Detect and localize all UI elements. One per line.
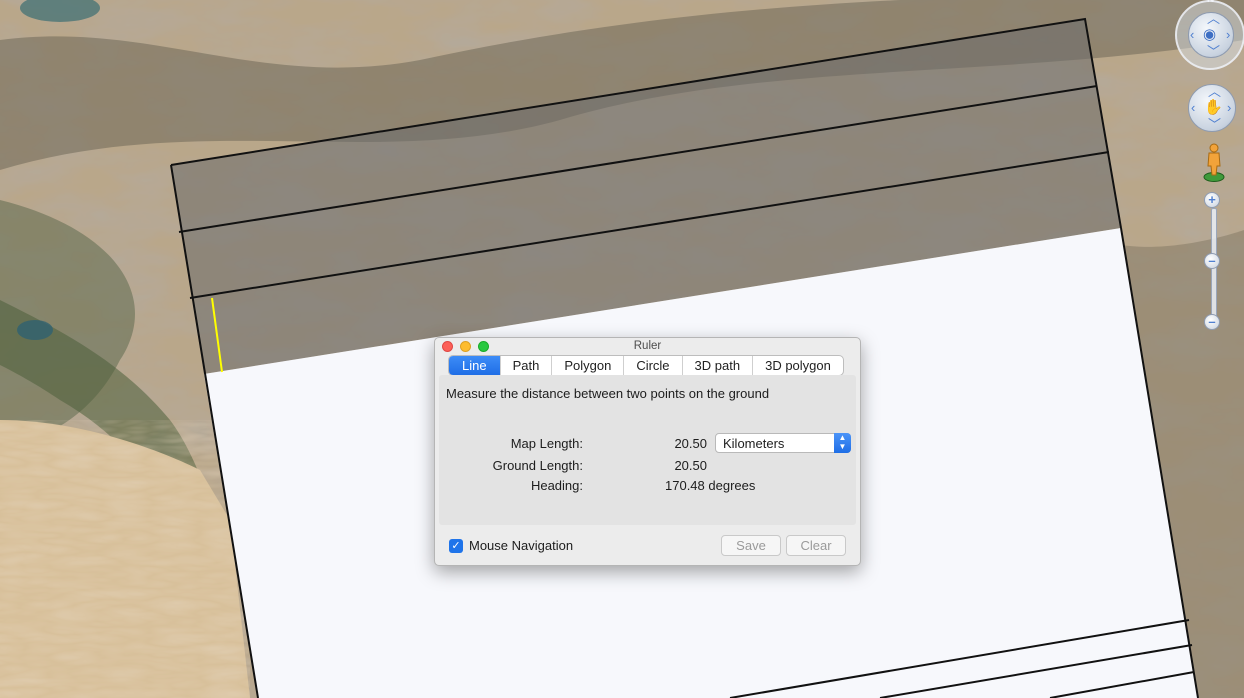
look-up-arrow-icon[interactable]: ︿ xyxy=(1207,12,1220,25)
tab-3d-polygon[interactable]: 3D polygon xyxy=(752,356,843,375)
zoom-thumb[interactable]: – xyxy=(1204,253,1220,269)
save-button[interactable]: Save xyxy=(721,535,781,556)
map-length-value: 20.50 xyxy=(674,436,707,451)
look-left-arrow-icon[interactable]: ‹ xyxy=(1190,28,1194,41)
eye-icon: ◉ xyxy=(1203,26,1217,43)
tab-path[interactable]: Path xyxy=(499,356,552,375)
mouse-navigation-checkbox[interactable]: ✓ xyxy=(449,538,463,553)
hand-icon: ✋ xyxy=(1204,99,1223,116)
look-joystick[interactable]: ︿ ﹀ ‹ › ◉ xyxy=(1188,12,1234,58)
tab-polygon[interactable]: Polygon xyxy=(551,356,623,375)
ruler-titlebar[interactable]: Ruler xyxy=(435,338,860,354)
look-right-arrow-icon[interactable]: › xyxy=(1226,28,1230,41)
mouse-navigation-label: Mouse Navigation xyxy=(469,538,574,553)
pegman-icon[interactable] xyxy=(1203,142,1225,182)
unit-select[interactable]: Kilometers ▲ ▼ xyxy=(715,433,851,453)
heading-label: Heading: xyxy=(530,478,583,493)
move-up-arrow-icon[interactable]: ︿ xyxy=(1208,85,1221,98)
move-right-arrow-icon[interactable]: › xyxy=(1227,101,1231,114)
map-length-label: Map Length: xyxy=(510,436,583,451)
heading-value: 170.48 degrees xyxy=(665,478,756,493)
move-joystick[interactable]: ︿ ﹀ ‹ › ✋ xyxy=(1188,84,1236,132)
ruler-title: Ruler xyxy=(633,340,662,352)
look-down-arrow-icon[interactable]: ﹀ xyxy=(1207,45,1220,58)
select-chevrons-icon: ▲ ▼ xyxy=(834,433,851,453)
unit-select-value: Kilometers xyxy=(723,436,785,451)
ruler-dialog: Ruler Line Path Polygon Circle 3D path 3… xyxy=(434,337,861,566)
measurement-panel: Measure the distance between two points … xyxy=(439,375,856,525)
zoom-slider[interactable]: + – – xyxy=(1202,190,1224,332)
tab-circle[interactable]: Circle xyxy=(623,356,681,375)
tab-line[interactable]: Line xyxy=(449,356,500,375)
clear-button[interactable]: Clear xyxy=(786,535,846,556)
ground-length-label: Ground Length: xyxy=(492,458,583,473)
plus-icon[interactable]: + xyxy=(1204,192,1220,208)
minus-icon[interactable]: – xyxy=(1204,314,1220,330)
mouse-navigation-toggle[interactable]: ✓ Mouse Navigation xyxy=(449,538,573,553)
measure-description: Measure the distance between two points … xyxy=(446,386,770,401)
ground-length-value: 20.50 xyxy=(674,458,707,473)
move-down-arrow-icon[interactable]: ﹀ xyxy=(1208,118,1221,131)
move-left-arrow-icon[interactable]: ‹ xyxy=(1191,101,1195,114)
tab-3d-path[interactable]: 3D path xyxy=(681,356,753,375)
ruler-tabs: Line Path Polygon Circle 3D path 3D poly… xyxy=(448,355,844,376)
